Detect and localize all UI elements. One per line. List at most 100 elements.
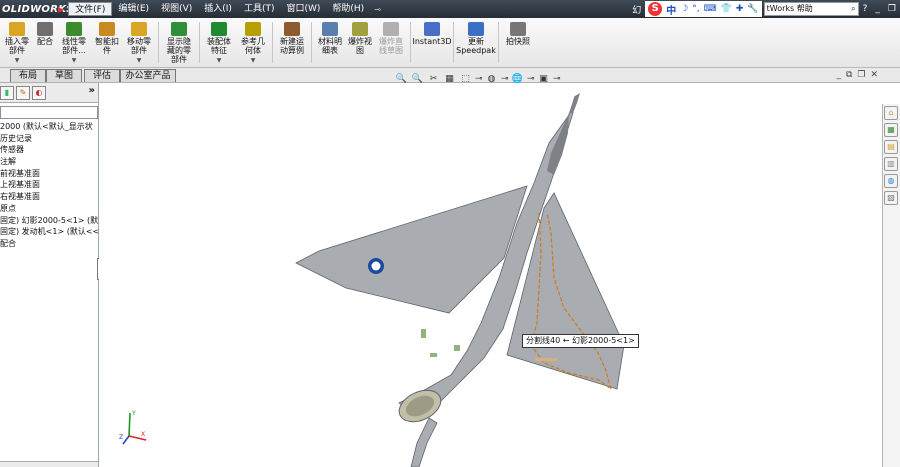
tree-item[interactable]: 传感器 <box>0 144 98 156</box>
tree-item[interactable]: 历史记录 <box>0 133 98 145</box>
display-manager-tab[interactable]: ◐ <box>32 85 46 100</box>
search-icon[interactable]: ⌕ <box>851 3 855 15</box>
file-explorer-icon[interactable]: ▤ <box>884 140 898 154</box>
command-manager-ribbon: 插入零 部件 ▼ 配合 线性零 部件... ▼ 智能扣件移动零 部件 ▼ 显示隐 藏的零 部件 装配体 特征… <box>0 18 900 68</box>
ime-language-toggle[interactable]: 中 <box>666 2 676 17</box>
new-motion-study-button[interactable]: 新建运 动算例 <box>275 18 309 67</box>
move-component-button[interactable]: 移动零 部件 ▼ <box>122 18 156 67</box>
instant3d-button[interactable]: Instant3D <box>412 18 452 67</box>
tail-fin[interactable] <box>410 417 438 467</box>
tree-item[interactable]: 固定) 发动机<1> (默认<< <box>0 226 98 238</box>
toolbox-icon[interactable]: ✚ <box>736 4 744 14</box>
tab-office-products[interactable]: 办公室产品 <box>120 69 176 82</box>
tree-item[interactable]: 上视基准面 <box>0 179 98 191</box>
menu-insert[interactable]: 插入(I) <box>198 2 238 16</box>
assembly-features-button[interactable]: 装配体 特征 ▼ <box>202 18 236 67</box>
explode-line-sketch-icon <box>383 22 399 36</box>
zoom-to-fit-icon[interactable]: 🔍 <box>395 74 408 84</box>
tree-item[interactable]: 右视基准面 <box>0 191 98 203</box>
view-palette-icon[interactable]: ▥ <box>884 157 898 171</box>
view-orientation-icon[interactable]: ▦ <box>443 74 456 84</box>
pin-icon[interactable]: ⊸ <box>370 5 385 14</box>
reference-geometry-button[interactable]: 参考几 何体 ▼ <box>236 18 270 67</box>
bill-of-materials-button[interactable]: 材料明 细表 <box>314 18 346 67</box>
insert-components-button[interactable]: 插入零 部件 ▼ <box>0 18 34 67</box>
zoom-area-icon[interactable]: 🔍 <box>411 74 424 84</box>
tree-item[interactable]: 固定) 幻影2000-5<1> (默 <box>0 215 98 227</box>
dropdown-caret-icon[interactable]: ▼ <box>217 56 222 65</box>
help-search-input[interactable]: tWorks 帮助 ⌕ <box>763 2 859 16</box>
menu-view[interactable]: 视图(V) <box>155 2 198 16</box>
ime-logo-icon[interactable]: S <box>648 2 663 16</box>
viewport-restore-button[interactable]: ❐ <box>857 70 865 80</box>
scene-icon[interactable]: ▣ <box>537 74 550 84</box>
document-title: 幻 <box>632 5 642 16</box>
dropdown-caret-icon[interactable]: ▼ <box>137 56 142 65</box>
smart-fasteners-button[interactable]: 智能扣件 <box>92 18 122 67</box>
moon-icon[interactable]: ☽ <box>680 4 688 14</box>
menu-file[interactable]: 文件(F) <box>68 2 113 16</box>
viewport-minimize-button[interactable]: _ <box>836 70 841 80</box>
new-motion-study-icon <box>284 22 300 36</box>
custom-properties-icon[interactable]: ▧ <box>884 191 898 205</box>
tab-layout[interactable]: 布局 <box>10 69 46 82</box>
dropdown-caret-icon[interactable]: ▼ <box>15 56 20 65</box>
aircraft-model[interactable] <box>99 83 882 467</box>
menu-window[interactable]: 窗口(W) <box>280 2 326 16</box>
menu-tools[interactable]: 工具(T) <box>238 2 281 16</box>
dropdown-caret-icon[interactable]: ▼ <box>72 56 77 65</box>
tree-item[interactable]: 原点 <box>0 203 98 215</box>
design-library-icon[interactable]: ▦ <box>884 123 898 137</box>
display-style-dropdown-icon[interactable]: ⊸ <box>475 74 483 84</box>
feature-tree-tab[interactable]: ▮ <box>0 85 14 100</box>
logo-arrow-icon[interactable]: ▶ <box>58 5 64 14</box>
tree-filter-input[interactable] <box>0 106 98 119</box>
minimize-button[interactable]: _ <box>871 4 884 14</box>
ribbon-separator <box>158 22 159 63</box>
panel-tabs: ▮ ✎ ◐ » <box>0 83 98 103</box>
graphics-viewport[interactable]: 分割线40 ← 幻影2000-5<1> Y X Z <box>99 83 882 467</box>
appearance-dropdown-icon[interactable]: ⊸ <box>527 74 535 84</box>
nose-cone[interactable] <box>569 93 580 113</box>
mate-button[interactable]: 配合 <box>34 18 56 67</box>
solidworks-resources-icon[interactable]: ⌂ <box>884 106 898 120</box>
tree-item[interactable]: 配合 <box>0 238 98 250</box>
scene-dropdown-icon[interactable]: ⊸ <box>553 74 561 84</box>
skin-icon[interactable]: 👕 <box>721 4 732 14</box>
tree-item[interactable]: 前视基准面 <box>0 168 98 180</box>
appearance-icon[interactable]: 🌐 <box>511 74 524 84</box>
menu-help[interactable]: 帮助(H) <box>326 2 370 16</box>
tab-sketch[interactable]: 草图 <box>46 69 82 82</box>
hide-show-dropdown-icon[interactable]: ⊸ <box>501 74 509 84</box>
section-view-icon[interactable]: ✂ <box>427 74 440 84</box>
ribbon-button-label: 动算例 <box>280 46 304 55</box>
viewport-tile-button[interactable]: ⧉ <box>846 70 852 80</box>
tab-evaluate[interactable]: 评估 <box>84 69 120 82</box>
take-snapshot-button[interactable]: 拍快照 <box>501 18 535 67</box>
display-style-icon[interactable]: ⬚ <box>459 74 472 84</box>
punctuation-icon[interactable]: °, <box>692 4 699 14</box>
dropdown-caret-icon[interactable]: ▼ <box>251 56 256 65</box>
reference-geometry-icon <box>245 22 261 36</box>
linear-component-pattern-button[interactable]: 线性零 部件... ▼ <box>56 18 92 67</box>
explode-line-sketch-button: 爆炸直 线草图 <box>374 18 408 67</box>
help-icon[interactable]: ? <box>859 4 872 14</box>
settings-icon[interactable]: 🔧 <box>747 4 758 14</box>
ribbon-button-label: 插入零 <box>5 37 29 46</box>
restore-button[interactable]: ❐ <box>884 4 900 14</box>
appearances-icon[interactable]: ◍ <box>884 174 898 188</box>
exploded-view-button[interactable]: 爆炸视图 <box>346 18 374 67</box>
update-speedpak-button[interactable]: 更新 Speedpak <box>456 18 496 67</box>
tree-item[interactable]: 注解 <box>0 156 98 168</box>
ribbon-button-label: 部件 <box>9 46 25 55</box>
viewport-close-button[interactable]: ✕ <box>870 70 878 80</box>
show-hidden-components-button[interactable]: 显示隐 藏的零 部件 <box>161 18 197 67</box>
menu-edit[interactable]: 编辑(E) <box>112 2 155 16</box>
ribbon-separator <box>498 22 499 63</box>
more-tabs-icon[interactable]: » <box>89 85 95 96</box>
property-manager-tab[interactable]: ✎ <box>16 85 30 100</box>
ribbon-button-label: 何体 <box>245 46 261 55</box>
keyboard-icon[interactable]: ⌨ <box>704 4 717 14</box>
tree-item[interactable]: 2000 (默认<默认_显示状 <box>0 121 98 133</box>
hide-show-icon[interactable]: ◍ <box>485 74 498 84</box>
